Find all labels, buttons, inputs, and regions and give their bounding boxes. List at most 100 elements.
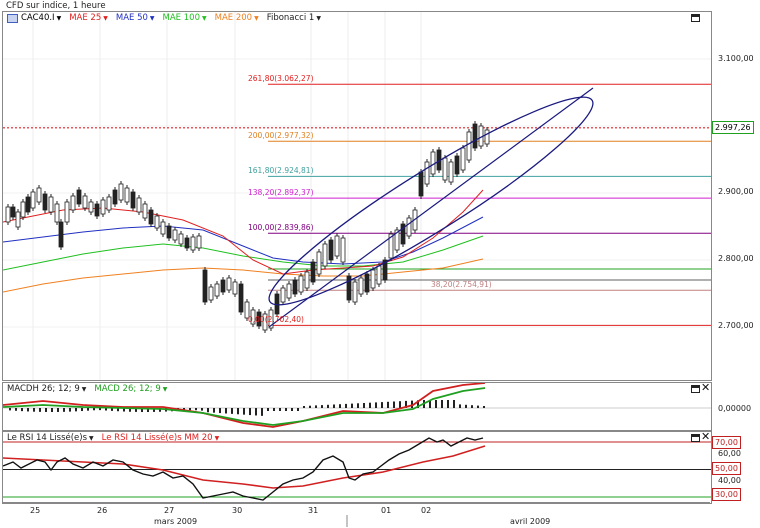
macd-histogram-bar [351, 403, 353, 408]
dropdown-arrow-icon[interactable]: ▼ [103, 15, 108, 22]
rsi-level-50-label: 50,00 [712, 462, 741, 475]
macd-panel[interactable]: MACDH 26; 12; 9 ▼ MACD 26; 12; 9 ▼ ✕ [2, 382, 712, 431]
macd-histogram-bar [87, 408, 89, 411]
candlestick [76, 189, 82, 205]
macdh-indicator[interactable]: MACDH 26; 12; 9 ▼ [7, 384, 86, 394]
macd-histogram-bar [375, 402, 377, 408]
rsi-panel[interactable]: Le RSI 14 Lissé(e)s ▼ Le RSI 14 Lissé(e)s… [2, 431, 712, 504]
candlestick [226, 277, 232, 291]
macd-histogram-bar [309, 405, 311, 408]
mae25-indicator[interactable]: MAE 25 ▼ [69, 13, 108, 23]
macd-histogram-bar [315, 405, 317, 408]
dropdown-arrow-icon[interactable]: ▼ [202, 15, 207, 22]
macd-histogram-bar [297, 408, 299, 411]
candlestick [196, 235, 202, 249]
macd-indicator[interactable]: MACD 26; 12; 9 ▼ [94, 384, 167, 394]
macd-histogram-bar [471, 405, 473, 408]
candlestick [340, 237, 346, 263]
candlestick [82, 195, 88, 209]
y-tick-label: 3.100,00 [718, 54, 754, 63]
candlestick [148, 209, 154, 225]
macd-histogram-bar [225, 408, 227, 414]
candlestick [220, 279, 226, 293]
candlestick [274, 293, 280, 315]
candlestick [178, 233, 184, 245]
candlestick [130, 191, 136, 209]
candlestick [334, 235, 340, 257]
dropdown-arrow-icon[interactable]: ▼ [316, 15, 321, 22]
macd-histogram-bar [291, 408, 293, 411]
y-tick-label: 60,00 [718, 449, 741, 458]
y-tick-label: 2.700,00 [718, 321, 754, 330]
fibonacci-level-label: 38,20(2.754,91) [431, 280, 492, 290]
candlestick [472, 123, 478, 149]
fibonacci-level-label: 261,80(3.062,27) [248, 74, 314, 84]
macd-legend: MACDH 26; 12; 9 ▼ MACD 26; 12; 9 ▼ [7, 384, 167, 394]
rsi-level-30-label: 30,00 [712, 488, 741, 501]
macd-histogram-bar [81, 408, 83, 412]
mae100-indicator[interactable]: MAE 100 ▼ [163, 13, 207, 23]
candlestick [184, 237, 190, 249]
macd-histogram-bar [267, 408, 269, 411]
macd-histogram-bar [441, 400, 443, 408]
macd-histogram-bar [381, 402, 383, 408]
y-tick-label: 2.900,00 [718, 187, 754, 196]
macd-histogram-bar [363, 403, 365, 408]
mae200-indicator[interactable]: MAE 200 ▼ [215, 13, 259, 23]
rsi-indicator[interactable]: Le RSI 14 Lissé(e)s ▼ [7, 433, 94, 443]
rsi-mm-indicator[interactable]: Le RSI 14 Lissé(e)s MM 20 ▼ [102, 433, 220, 443]
macd-histogram-bar [21, 408, 23, 412]
dropdown-arrow-icon[interactable]: ▼ [57, 15, 62, 22]
macd-histogram-bar [243, 408, 245, 415]
candlestick [292, 279, 298, 295]
candlestick [322, 243, 328, 267]
close-icon[interactable]: ✕ [701, 431, 710, 442]
candlestick [298, 275, 304, 293]
macd-histogram-bar [321, 405, 323, 408]
dropdown-arrow-icon[interactable]: ▼ [150, 15, 155, 22]
candlestick [352, 281, 358, 303]
macd-histogram-bar [261, 408, 263, 416]
macd-histogram-bar [93, 408, 95, 411]
fibonacci-level-label: 161,80(2.924,81) [248, 166, 314, 176]
macd-histogram-bar [57, 408, 59, 412]
macd-histogram-bar [447, 400, 449, 408]
candlestick [15, 211, 21, 228]
candlestick [454, 155, 460, 175]
fibonacci-indicator[interactable]: Fibonacci 1 ▼ [267, 13, 321, 23]
maximize-icon[interactable] [691, 385, 700, 393]
candlestick [160, 221, 166, 235]
price-plot [3, 12, 711, 380]
candlestick [328, 239, 334, 261]
dropdown-arrow-icon[interactable]: ▼ [89, 435, 94, 442]
candlestick [370, 269, 376, 289]
candlestick [424, 161, 430, 185]
maximize-icon[interactable] [691, 434, 700, 442]
macd-histogram-bar [51, 408, 53, 412]
candlestick [190, 236, 196, 251]
candlestick [112, 189, 118, 205]
mae50-indicator[interactable]: MAE 50 ▼ [116, 13, 155, 23]
macd-histogram-bar [27, 408, 29, 412]
maximize-icon[interactable] [691, 14, 700, 22]
symbol-selector[interactable]: CAC40.I ▼ [7, 13, 61, 23]
dropdown-arrow-icon[interactable]: ▼ [163, 386, 168, 393]
candlestick [88, 201, 94, 213]
dropdown-arrow-icon[interactable]: ▼ [82, 386, 87, 393]
candlestick [448, 161, 454, 183]
macd-histogram-bar [303, 406, 305, 408]
close-icon[interactable]: ✕ [701, 382, 710, 393]
macd-histogram-bar [69, 408, 71, 412]
price-chart-panel[interactable]: CAC40.I ▼ MAE 25 ▼ MAE 50 ▼ MAE 100 ▼ MAE 20… [2, 11, 712, 381]
dropdown-arrow-icon[interactable]: ▼ [254, 15, 259, 22]
candlestick [316, 251, 322, 275]
candlestick [364, 273, 370, 293]
candlestick [304, 271, 310, 289]
macd-histogram-bar [327, 404, 329, 408]
candlestick [484, 129, 490, 145]
candlestick [214, 283, 220, 297]
y-tick-label: 0,00000 [718, 404, 752, 413]
macd-histogram-bar [255, 408, 257, 416]
trend-line [268, 87, 594, 328]
dropdown-arrow-icon[interactable]: ▼ [215, 435, 220, 442]
